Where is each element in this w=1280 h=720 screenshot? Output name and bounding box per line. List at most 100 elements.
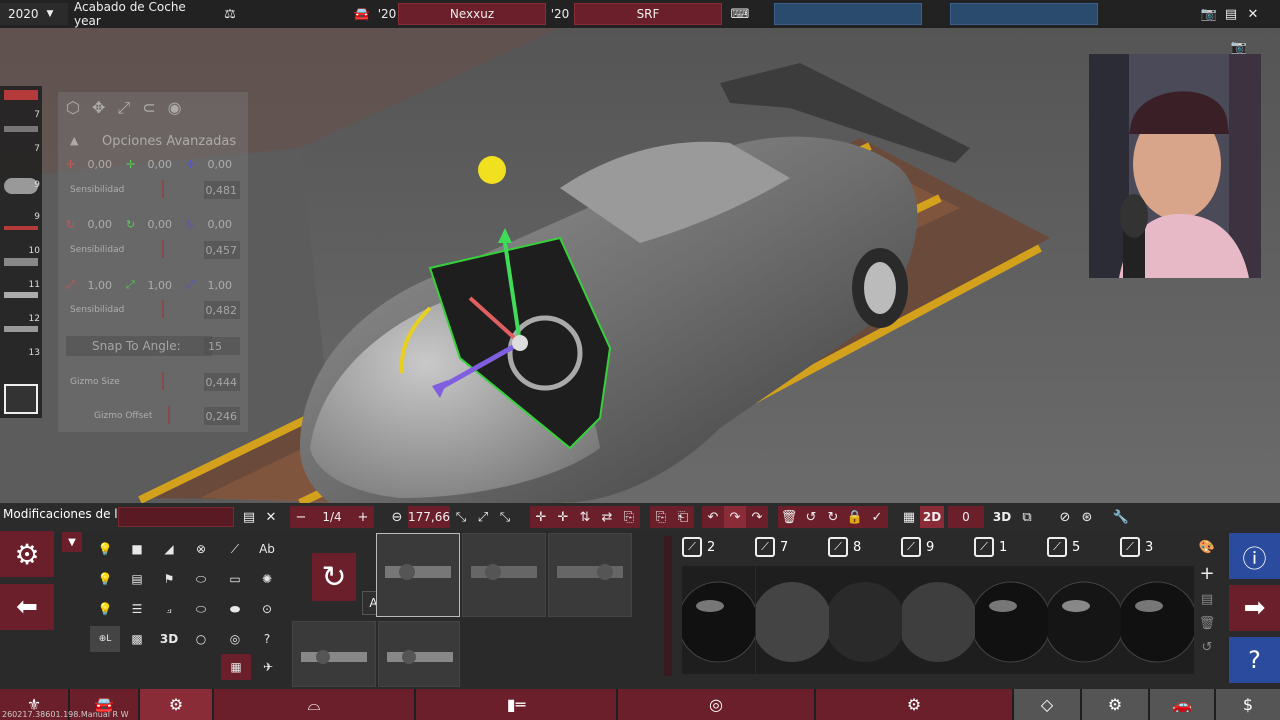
badge-icon[interactable]: ◎	[220, 626, 250, 652]
trim-field[interactable]: SRF	[574, 3, 722, 25]
year-selector[interactable]: 2020 ▼	[0, 3, 68, 25]
settings-button[interactable]: ⚙	[0, 531, 54, 577]
nav-tuning-icon[interactable]: ⚙	[1082, 689, 1148, 720]
help-icon[interactable]: ?	[252, 626, 282, 652]
part-card[interactable]	[378, 621, 460, 687]
material-slot[interactable]: ⟋ 7	[755, 537, 788, 557]
thumb-item[interactable]	[4, 178, 38, 194]
color-field-2[interactable]	[950, 3, 1098, 25]
circle-icon[interactable]: ○	[186, 626, 216, 652]
3d-tool[interactable]: 3D	[154, 626, 184, 652]
wrench-icon[interactable]: 🔧	[1110, 506, 1132, 528]
paint-icon[interactable]: 🎨	[1196, 536, 1218, 558]
material-preview[interactable]	[1048, 566, 1121, 674]
dropdown-button[interactable]: ▼	[62, 532, 82, 552]
thumb-item[interactable]	[4, 226, 38, 230]
move-all-icon[interactable]: ✛	[552, 506, 574, 528]
balance-icon[interactable]: ⚖	[212, 3, 248, 25]
snap-value[interactable]: 15	[204, 337, 240, 355]
back-button[interactable]: ⬅	[0, 584, 54, 630]
rect-icon[interactable]: ■	[122, 536, 152, 562]
sensitivity-slider[interactable]	[162, 180, 164, 198]
ramp-icon[interactable]: ◢	[154, 536, 184, 562]
thumb-item[interactable]	[4, 90, 38, 100]
undo-select-icon[interactable]: ↶	[702, 506, 724, 528]
nav-design-icon[interactable]: ⚙	[140, 689, 212, 720]
flag-icon[interactable]: ⚑	[154, 566, 184, 592]
trash-icon[interactable]: 🗑	[1196, 612, 1218, 634]
keyboard-icon[interactable]: ⌨	[724, 3, 756, 25]
part-card[interactable]	[548, 533, 632, 617]
gizmo-offset-slider[interactable]	[168, 406, 170, 424]
wing-icon[interactable]: ⟓	[154, 596, 184, 622]
select-icon[interactable]: ↷	[724, 506, 746, 528]
distribute-icon[interactable]: ⇄	[596, 506, 618, 528]
rotation-sensitivity[interactable]: 0,457	[204, 241, 240, 259]
mirror-x-icon[interactable]: ⤡	[450, 506, 472, 528]
material-preview[interactable]	[829, 566, 902, 674]
magnet-icon[interactable]: ⊂	[142, 98, 155, 118]
light-group-icon[interactable]: ⊕L	[90, 626, 120, 652]
minus-button[interactable]: −	[290, 506, 312, 528]
undo-icon[interactable]: ↺	[800, 506, 822, 528]
material-preview[interactable]	[975, 566, 1048, 674]
material-slot[interactable]: ⟋ 3	[1120, 537, 1153, 557]
collapse-icon[interactable]: ▲	[70, 134, 78, 147]
vent-icon[interactable]: ☰	[122, 596, 152, 622]
eye-icon[interactable]: ◉	[168, 98, 182, 118]
nav-price-icon[interactable]: $	[1216, 689, 1280, 720]
social-icon[interactable]: ✈	[253, 654, 283, 680]
nav-test-icon[interactable]: 🚗	[1150, 689, 1214, 720]
scl-y[interactable]: 1,00	[139, 279, 173, 292]
text-tool[interactable]: Ab	[252, 536, 282, 562]
camera-icon[interactable]: 📷	[1228, 36, 1250, 58]
mode-2d[interactable]: 2D	[920, 506, 944, 528]
no-symbol-icon[interactable]: ⊘	[1054, 506, 1076, 528]
color-field-1[interactable]	[774, 3, 922, 25]
light-icon[interactable]: 💡	[90, 536, 120, 562]
texture-icon[interactable]: ⧉	[1016, 506, 1038, 528]
nav-gearbox-icon[interactable]: ⚙	[816, 689, 1012, 720]
emblem-icon[interactable]: ⊗	[186, 536, 216, 562]
mode-3d[interactable]: 3D	[988, 506, 1016, 528]
save-icon[interactable]: ▤	[1196, 588, 1218, 610]
mirror-z-icon[interactable]: ⤡	[494, 506, 516, 528]
part-card[interactable]	[376, 533, 460, 617]
rot-x[interactable]: 0,00	[79, 218, 113, 231]
pos-x[interactable]: 0,00	[79, 158, 113, 171]
plus-button[interactable]: +	[352, 506, 374, 528]
wheel-icon[interactable]: ⊛	[1076, 506, 1098, 528]
texture-icon[interactable]: ▩	[122, 626, 152, 652]
add-icon[interactable]: +	[1196, 562, 1218, 584]
nav-parts-icon[interactable]: ◇	[1014, 689, 1080, 720]
thumb-item[interactable]	[4, 292, 38, 298]
nav-tire-icon[interactable]: ◎	[618, 689, 814, 720]
author-field[interactable]: Nexxuz	[398, 3, 546, 25]
material-slot[interactable]: ⟋ 9	[901, 537, 934, 557]
move-icon[interactable]: ✛	[530, 506, 552, 528]
thumb-item[interactable]	[4, 258, 38, 266]
capsule-icon[interactable]: ⬭	[186, 566, 216, 592]
light-icon[interactable]: 💡	[90, 596, 120, 622]
cube-icon[interactable]: ⬡	[66, 98, 80, 118]
position-sensitivity[interactable]: 0,481	[204, 181, 240, 199]
knife-icon[interactable]: ⟋	[220, 536, 250, 562]
exhaust-icon[interactable]: ⊙	[252, 596, 282, 622]
lock-icon[interactable]: 🔒	[844, 506, 866, 528]
list-icon[interactable]: ▤	[238, 506, 260, 528]
part-card[interactable]	[462, 533, 546, 617]
gizmo-size[interactable]: 0,444	[204, 373, 240, 391]
thumb-item-selected[interactable]	[4, 384, 38, 414]
pos-y[interactable]: 0,00	[139, 158, 173, 171]
material-preview[interactable]	[1121, 566, 1194, 674]
close-icon[interactable]: ✕	[260, 506, 282, 528]
nav-body-icon[interactable]: ⌓	[214, 689, 414, 720]
mirror-y-icon[interactable]: ⤢	[472, 506, 494, 528]
material-slot[interactable]: ⟋ 5	[1047, 537, 1080, 557]
grid-icon[interactable]: ▦	[898, 506, 920, 528]
next-button[interactable]: ➡	[1229, 585, 1280, 631]
material-slot[interactable]: ⟋ 2	[682, 537, 715, 557]
scl-z[interactable]: 1,00	[199, 279, 233, 292]
rot-y[interactable]: 0,00	[139, 218, 173, 231]
redo-icon[interactable]: ↻	[822, 506, 844, 528]
